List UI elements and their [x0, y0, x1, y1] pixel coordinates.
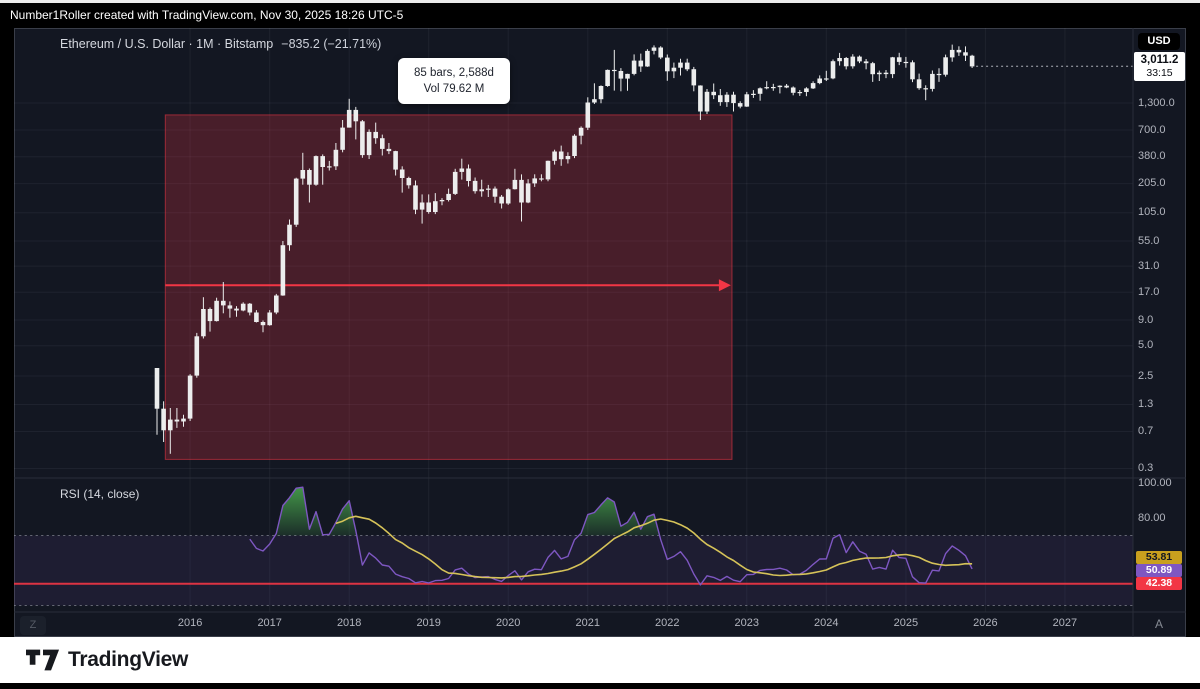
timezone-button[interactable]: Z — [20, 616, 46, 635]
price-tick: 1,300.0 — [1138, 97, 1175, 110]
rsi-ma-value-label: 53.81 — [1136, 551, 1182, 564]
measure-bars-line: 85 bars, 2,588d — [404, 65, 504, 81]
auto-scale-button[interactable]: A — [1144, 617, 1174, 631]
chart-frame: Ethereum / U.S. Dollar · 1M · Bitstamp −8… — [14, 28, 1186, 637]
year-label: 2027 — [1043, 617, 1087, 629]
year-label: 2019 — [407, 617, 451, 629]
tradingview-logo-icon — [26, 649, 60, 671]
bottom-edge-strip — [0, 683, 1200, 689]
rsi-value-label: 50.89 — [1136, 564, 1182, 577]
measure-tooltip: 85 bars, 2,588d Vol 79.62 M — [398, 58, 510, 104]
measure-box — [165, 115, 732, 460]
price-tick: 1.3 — [1138, 398, 1153, 411]
measure-volume-line: Vol 79.62 M — [404, 81, 504, 97]
price-tick: 17.0 — [1138, 286, 1159, 299]
year-label: 2025 — [884, 617, 928, 629]
symbol-title: Ethereum / U.S. Dollar · 1M · Bitstamp — [60, 37, 273, 51]
price-tick: 9.0 — [1138, 314, 1153, 327]
price-tick: 205.0 — [1138, 177, 1166, 190]
price-tick: 0.3 — [1138, 462, 1153, 475]
bar-countdown: 33:15 — [1134, 67, 1185, 79]
rsi-legend[interactable]: RSI (14, close) — [60, 487, 139, 501]
screenshot-root: Number1Roller created with TradingView.c… — [0, 0, 1200, 689]
year-label: 2016 — [168, 617, 212, 629]
year-label: 2024 — [804, 617, 848, 629]
price-change: −835.2 (−21.71%) — [281, 37, 381, 51]
price-tick: 105.0 — [1138, 206, 1166, 219]
year-label: 2026 — [963, 617, 1007, 629]
price-tick: 380.0 — [1138, 150, 1166, 163]
attribution-text: Number1Roller created with TradingView.c… — [10, 8, 403, 22]
price-tick: 0.7 — [1138, 425, 1153, 438]
year-label: 2017 — [248, 617, 292, 629]
currency-badge[interactable]: USD — [1138, 33, 1180, 50]
symbol-legend[interactable]: Ethereum / U.S. Dollar · 1M · Bitstamp −8… — [60, 37, 381, 51]
price-tick: 5.0 — [1138, 339, 1153, 352]
rsi-axis-tick-80: 80.00 — [1138, 512, 1166, 525]
attribution-bar: Number1Roller created with TradingView.c… — [0, 3, 1200, 28]
year-label: 2021 — [566, 617, 610, 629]
year-label: 2022 — [645, 617, 689, 629]
rsi-level-value-label: 42.38 — [1136, 577, 1182, 590]
price-tick: 31.0 — [1138, 260, 1159, 273]
footer: TradingView — [0, 637, 1200, 683]
rsi-axis-tick-100: 100.00 — [1138, 477, 1172, 490]
year-label: 2023 — [725, 617, 769, 629]
year-label: 2018 — [327, 617, 371, 629]
price-tick: 700.0 — [1138, 124, 1166, 137]
year-label: 2020 — [486, 617, 530, 629]
last-price-label: 3,011.2 33:15 — [1134, 52, 1185, 81]
price-tick: 2.5 — [1138, 370, 1153, 383]
tradingview-brand: TradingView — [68, 648, 188, 672]
price-tick: 55.0 — [1138, 235, 1159, 248]
last-price-value: 3,011.2 — [1134, 54, 1185, 67]
